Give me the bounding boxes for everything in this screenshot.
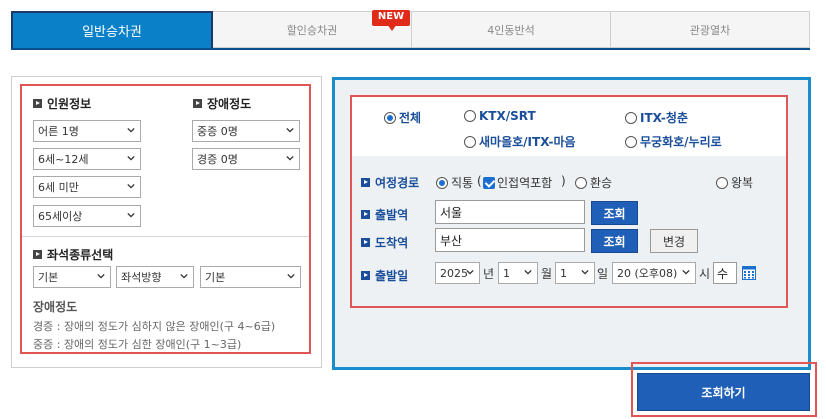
- new-badge-text: NEW: [377, 11, 405, 22]
- right-highlight-box: [350, 95, 788, 308]
- tab-label: 할인승차권: [286, 23, 338, 37]
- tab-tourist-train[interactable]: 관광열차: [611, 11, 810, 48]
- search-highlight-box: [631, 362, 817, 417]
- new-badge: NEW: [372, 10, 410, 32]
- tab-general-ticket[interactable]: 일반승차권: [11, 11, 213, 48]
- ticket-tabs: 일반승차권 할인승차권 4인동반석 관광열차: [11, 11, 810, 50]
- left-highlight-box: [20, 84, 311, 354]
- tab-four-person-seat[interactable]: 4인동반석: [412, 11, 611, 48]
